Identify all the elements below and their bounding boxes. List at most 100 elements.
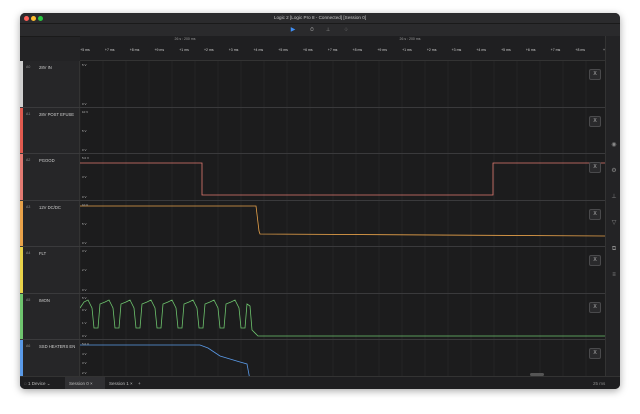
ruler-tick-label: +2 ms <box>426 48 437 52</box>
app-window: Logic 2 [Logic Pro 8 - Connected] [Sessi… <box>20 13 620 389</box>
close-icon[interactable]: × <box>90 381 93 386</box>
channel-name: 28V IN <box>39 65 52 70</box>
add-session-button[interactable]: + <box>138 377 146 389</box>
y-axis-label: 10 V <box>82 109 89 114</box>
channel-color-bar <box>20 293 23 339</box>
y-axis-label: 0 V <box>82 101 87 106</box>
channel-settings-button[interactable]: X <box>589 115 601 127</box>
channel-label-panel[interactable]: A5 IMON <box>20 293 80 339</box>
channel-label-panel[interactable]: A0 28V IN <box>20 61 80 107</box>
device-selector[interactable]: ◌ 1 Device ⌄ <box>24 377 62 389</box>
y-axis-label: 0 V <box>82 308 87 313</box>
channel-color-bar <box>20 107 23 153</box>
channel-waveform[interactable] <box>80 200 605 246</box>
layers-icon[interactable]: ⧉ <box>610 245 618 253</box>
y-axis-label: 5 V <box>82 295 87 300</box>
y-axis-label: 5.0 V <box>82 342 90 346</box>
y-axis-label: 5 V <box>82 221 87 226</box>
y-axis-label: 0 V <box>82 148 87 152</box>
channel-row: A0 28V IN X 5 V 0 V <box>20 61 605 108</box>
eye-icon[interactable]: ◉ <box>610 141 618 149</box>
channel-color-bar <box>20 154 23 200</box>
channel-name: 28V POST EFUSE <box>39 111 75 117</box>
channel-waveform[interactable] <box>80 154 605 200</box>
channel-settings-button[interactable]: X <box>589 348 601 359</box>
device-label: 1 Device <box>27 381 46 386</box>
tab-session-0[interactable]: Session 0 × <box>65 377 105 389</box>
channel-waveform[interactable] <box>80 247 605 293</box>
channel-number: A0 <box>26 65 31 69</box>
channel-row: A2 PGOOD X 5.0 V 3 V 0 V <box>20 154 605 201</box>
y-axis-label: 0 V <box>82 334 87 338</box>
timer-icon[interactable]: ⏱ <box>306 26 318 34</box>
y-axis-label: 2 V <box>82 370 87 375</box>
window-title: Logic 2 [Logic Pro 8 - Connected] [Sessi… <box>273 15 367 20</box>
filter-icon[interactable]: ▽ <box>610 219 618 227</box>
waveform-svg <box>80 61 587 107</box>
time-ruler[interactable]: 26 s : 200 ms 26 s : 200 ms +5 ms +7 ms +8… <box>80 36 607 61</box>
channel-label-panel[interactable]: A3 12V DC/DC <box>20 200 80 246</box>
ruler-tick-label: +5 ms <box>278 48 288 52</box>
y-axis-label: 5 V <box>82 63 87 67</box>
ruler-tick-label: +9 ms <box>377 48 387 52</box>
notes-icon[interactable]: ≡ <box>610 271 618 279</box>
tree-icon[interactable]: ⊥ <box>610 193 618 201</box>
gear-icon[interactable]: ⚙ <box>610 167 618 175</box>
right-sidebar: ◉ ⚙ ⊥ ▽ ⧉ ≡ <box>605 36 620 376</box>
zoom-level: 25 ms <box>593 381 606 386</box>
ruler-tick-label: +4 ms <box>253 48 264 52</box>
channel-label-panel[interactable]: A4 FLT <box>20 247 80 293</box>
analyzer-icon[interactable]: ⊥ <box>322 26 334 34</box>
y-axis-label: 3 V <box>82 249 87 253</box>
ruler-main-label: 26 s : 200 ms <box>174 37 196 41</box>
ruler-tick-label: +9 ms <box>154 48 165 52</box>
y-axis-label: 0 V <box>82 241 87 245</box>
play-button[interactable]: ▶ <box>288 26 298 34</box>
channel-number: A6 <box>26 344 31 348</box>
channel-name: FLT <box>39 251 47 256</box>
ruler-tick-label: +8 ms <box>352 48 363 52</box>
chevron-down-icon: ⌄ <box>46 381 51 386</box>
channel-name: 12V DC/DC <box>39 204 61 210</box>
channel-row: A1 28V POST EFUSE X 10 V 5 V 0 V <box>20 107 605 154</box>
device-icon: ◌ <box>24 381 27 386</box>
channel-waveform[interactable] <box>80 61 605 107</box>
channel-settings-button[interactable]: X <box>589 301 601 313</box>
y-axis-label: 5 V <box>82 128 87 133</box>
channel-waveform[interactable] <box>80 107 605 153</box>
waveform-trace <box>80 205 605 236</box>
waveform-svg <box>80 247 587 293</box>
channel-label-panel[interactable]: A2 PGOOD <box>20 154 80 200</box>
ruler-tick-label: +6 ms <box>303 48 313 52</box>
ruler-tick-label: +5 ms <box>501 48 511 52</box>
waveform-svg <box>80 107 587 153</box>
channel-number: A2 <box>26 158 31 162</box>
y-axis-label: 1 V <box>82 321 87 326</box>
y-axis-label: 4 V <box>82 351 87 356</box>
ruler-tick-label: +6 ms <box>525 48 536 52</box>
channel-waveform[interactable] <box>80 293 605 339</box>
ruler-tick-label: +5 ms <box>80 48 90 52</box>
y-axis-label: 3 V <box>82 361 87 366</box>
channel-number: A1 <box>26 111 31 116</box>
channel-settings-button[interactable]: X <box>589 69 601 80</box>
channel-settings-button[interactable]: X <box>589 162 601 173</box>
y-axis-label: 5.0 V <box>82 156 90 160</box>
channel-name: IMON <box>39 297 50 303</box>
channel-settings-button[interactable]: X <box>589 208 601 220</box>
waveform-svg <box>80 154 605 200</box>
close-icon[interactable]: × <box>130 381 133 386</box>
channel-color-bar <box>20 61 23 107</box>
title-bar: Logic 2 [Logic Pro 8 - Connected] [Sessi… <box>20 13 620 24</box>
ruler-tick-label: +3 ms <box>451 48 462 52</box>
ruler-tick-label: +8 ms <box>575 48 586 52</box>
channel-number: A3 <box>26 204 31 209</box>
waveform-svg <box>80 293 605 339</box>
ruler-tick-label: +1 ms <box>179 48 189 52</box>
trigger-icon[interactable]: ♢ <box>340 26 352 34</box>
channel-settings-button[interactable]: X <box>589 255 601 266</box>
channel-color-bar <box>20 200 23 246</box>
ruler-tick-label: +8 ms <box>129 48 140 52</box>
channel-row: A3 12V DC/DC X 10 V 5 V 0 V <box>20 200 605 247</box>
channel-label-panel[interactable]: A1 28V POST EFUSE <box>20 107 80 153</box>
